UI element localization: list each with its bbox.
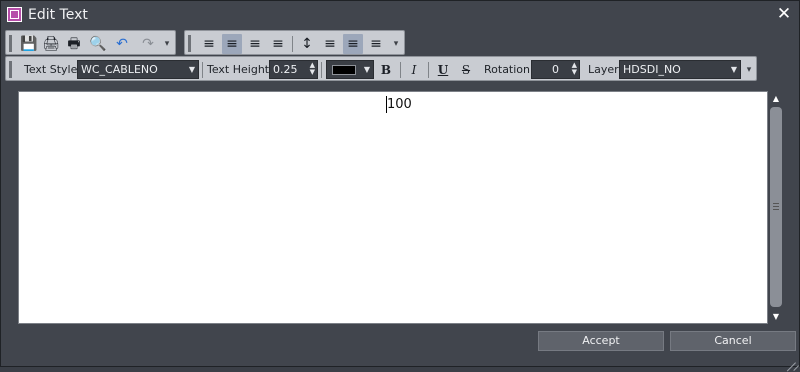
italic-button[interactable]: I [404,60,424,80]
toolbar-overflow-chevron-icon[interactable]: ▾ [744,61,754,79]
window-title: Edit Text [28,7,88,23]
toolbar-overflow-chevron-icon[interactable]: ▾ [391,35,401,53]
text-style-label: Text Style [24,63,78,76]
valign-icon[interactable]: ↕ [297,34,317,54]
text-height-value: 0.25 [273,63,298,76]
align-justify-icon[interactable]: ≡ [268,34,288,54]
rotation-label: Rotation [484,63,531,76]
resize-grip-icon[interactable] [786,353,799,372]
layer-select[interactable]: HDSDI_NO ▼ [619,60,741,79]
align-left-icon[interactable]: ≡ [199,34,219,54]
editor-text: 100 [387,97,412,112]
spinner-arrows-icon[interactable]: ▲ ▼ [310,62,315,76]
paragraph-toolbar: ≡ ≡ ≡ ≡ ↕ ≡ ≡ ≡ ▾ [184,30,405,55]
print-icon[interactable]: 🖨 [41,34,61,54]
toolbar-grip[interactable] [9,61,12,78]
scrollbar-thumb[interactable] [770,107,782,307]
undo-icon[interactable]: ↶ [112,34,132,54]
cancel-button[interactable]: Cancel [670,331,796,351]
strikethrough-button[interactable]: S [456,60,476,80]
chevron-down-icon: ▼ [730,65,737,74]
toolbar-overflow-chevron-icon[interactable]: ▾ [162,35,172,53]
toolbar-separator [292,36,293,52]
file-toolbar: 💾 🖨 🖶 🔍 ↶ ↷ ▾ [5,30,176,55]
edit-text-dialog: Edit Text ✕ 💾 🖨 🖶 🔍 ↶ ↷ ▾ ≡ ≡ ≡ ≡ ↕ ≡ ≡ … [0,0,800,372]
text-color-select[interactable]: ▼ [326,60,374,79]
paragraph-bottom-icon[interactable]: ≡ [366,34,386,54]
text-editor[interactable]: 100 [18,91,768,324]
paragraph-top-icon[interactable]: ≡ [343,34,363,54]
toolbar-separator [428,62,429,78]
text-style-select[interactable]: WC_CABLENO ▼ [77,60,199,79]
align-center-icon[interactable]: ≡ [222,34,242,54]
toolbar-separator [202,62,203,78]
format-toolbar: Text Style WC_CABLENO ▼ Text Height 0.25… [5,56,757,81]
save-icon[interactable]: 💾 [19,34,39,54]
toolbar-separator [321,62,322,78]
vertical-scrollbar[interactable]: ▲ ▼ [768,91,784,324]
accept-button[interactable]: Accept [538,331,664,351]
close-icon[interactable]: ✕ [776,5,792,23]
color-swatch [332,65,356,75]
scroll-up-icon[interactable]: ▲ [768,92,784,105]
layer-label: Layer [588,63,619,76]
app-icon [7,7,22,22]
line-spacing-icon[interactable]: ≡ [320,34,340,54]
toolbar-grip[interactable] [188,35,191,52]
toolbar-grip[interactable] [9,35,12,52]
text-height-spinner[interactable]: 0.25 ▲ ▼ [269,60,318,79]
layer-value: HDSDI_NO [623,63,681,76]
redo-icon[interactable]: ↷ [138,34,158,54]
rotation-spinner[interactable]: 0 ▲ ▼ [531,60,580,79]
text-style-value: WC_CABLENO [81,63,158,76]
text-height-label: Text Height [207,63,270,76]
scroll-grip-icon [773,203,779,210]
rotation-value: 0 [552,63,559,76]
bold-button[interactable]: B [376,60,396,80]
print-preview-icon[interactable]: 🖶 [64,34,84,54]
title-bar[interactable]: Edit Text ✕ [1,1,799,29]
underline-button[interactable]: U [433,60,453,80]
align-right-icon[interactable]: ≡ [245,34,265,54]
scroll-down-icon[interactable]: ▼ [768,310,784,323]
chevron-down-icon: ▼ [188,65,195,74]
spinner-arrows-icon[interactable]: ▲ ▼ [572,62,577,76]
find-icon[interactable]: 🔍 [88,34,108,54]
toolbar-separator [400,62,401,78]
chevron-down-icon: ▼ [363,65,370,74]
